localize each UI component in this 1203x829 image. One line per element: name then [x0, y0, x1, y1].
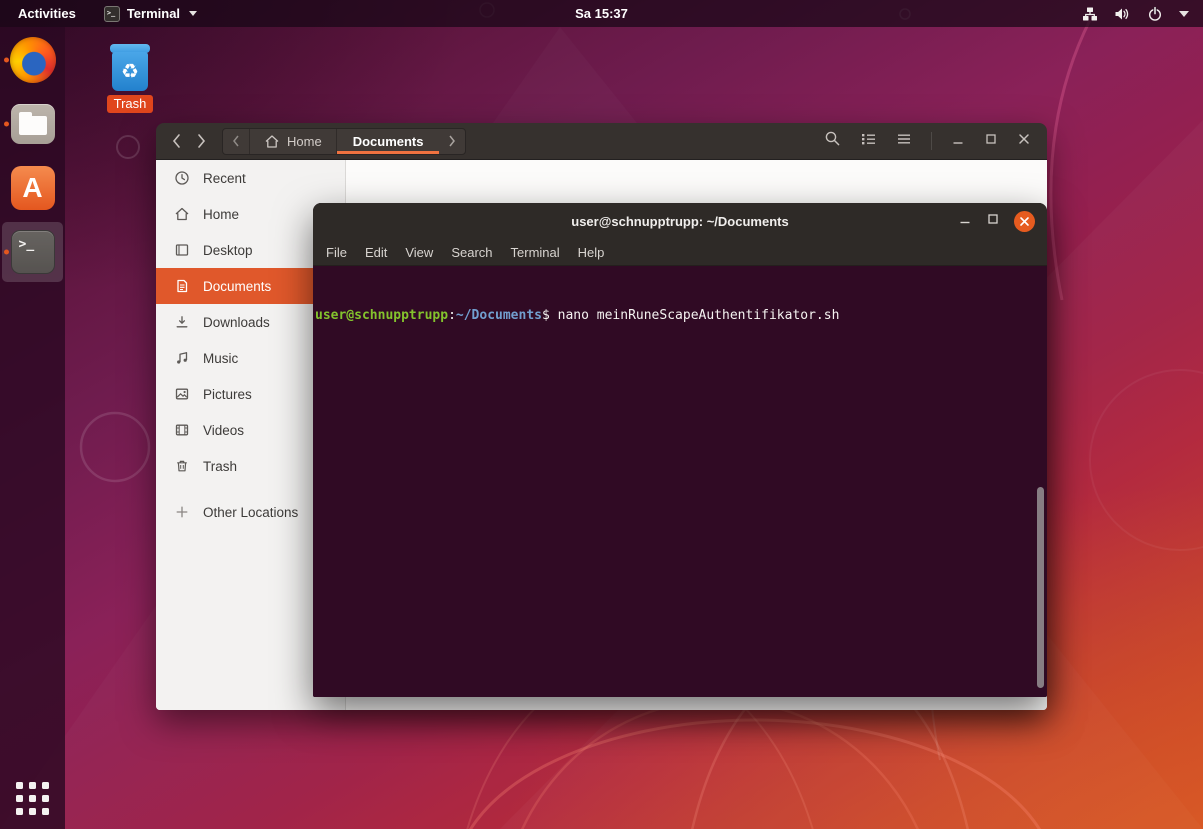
- ubuntu-software-icon: A: [11, 166, 55, 210]
- sidebar-label: Other Locations: [203, 505, 298, 520]
- view-list-button[interactable]: [860, 131, 877, 152]
- close-icon: [1019, 216, 1030, 227]
- maximize-button[interactable]: [986, 212, 1000, 231]
- recycle-icon: ♻: [112, 52, 148, 91]
- dock-item-files[interactable]: [0, 93, 65, 155]
- network-icon: [1082, 6, 1098, 22]
- search-button[interactable]: [824, 130, 841, 152]
- terminal-menu-bar: File Edit View Search Terminal Help: [313, 240, 1047, 266]
- close-button[interactable]: [1017, 132, 1031, 151]
- menu-terminal[interactable]: Terminal: [502, 240, 569, 266]
- prompt-path: ~/Documents: [456, 308, 542, 323]
- terminal-window-controls: [958, 203, 1035, 240]
- downloads-icon: [174, 314, 190, 330]
- minimize-button[interactable]: [951, 132, 965, 151]
- desktop-icon: [174, 242, 190, 258]
- folder-body: [19, 116, 47, 135]
- sidebar-label: Downloads: [203, 315, 270, 330]
- path-segment-home[interactable]: Home: [249, 129, 336, 154]
- dock-item-firefox[interactable]: [0, 29, 65, 91]
- trash-label: Trash: [107, 95, 154, 113]
- menu-edit[interactable]: Edit: [356, 240, 396, 266]
- sidebar-item-recent[interactable]: Recent: [156, 160, 345, 196]
- menu-view[interactable]: View: [396, 240, 442, 266]
- sidebar-label: Desktop: [203, 243, 253, 258]
- sidebar-label: Recent: [203, 171, 246, 186]
- nav-buttons: [156, 132, 222, 150]
- sidebar-label: Home: [203, 207, 239, 222]
- dock: A >_: [0, 27, 65, 829]
- current-location-underline: [337, 151, 440, 154]
- app-menu-label: Terminal: [127, 6, 180, 21]
- sidebar-label: Videos: [203, 423, 244, 438]
- power-icon: [1147, 6, 1163, 22]
- maximize-button[interactable]: [984, 132, 998, 151]
- header-separator: [931, 132, 932, 150]
- header-actions: [824, 130, 1047, 152]
- show-applications-button[interactable]: [16, 782, 49, 815]
- path-segment-documents[interactable]: Documents: [336, 129, 440, 154]
- back-button[interactable]: [170, 132, 182, 150]
- close-button[interactable]: [1014, 211, 1035, 232]
- music-icon: [174, 350, 190, 366]
- running-indicator: [4, 58, 9, 63]
- pictures-icon: [174, 386, 190, 402]
- menu-search[interactable]: Search: [442, 240, 501, 266]
- running-indicator: [4, 250, 9, 255]
- chevron-down-icon: [189, 11, 197, 16]
- terminal-window: user@schnupptrupp: ~/Documents File Edit…: [313, 203, 1047, 697]
- home-icon: [264, 134, 280, 149]
- prompt-user-host: user@schnupptrupp: [315, 308, 448, 323]
- minimize-button[interactable]: [958, 212, 972, 231]
- menu-file[interactable]: File: [317, 240, 356, 266]
- path-home-label: Home: [287, 134, 322, 149]
- terminal-title: user@schnupptrupp: ~/Documents: [571, 214, 788, 229]
- system-status-area[interactable]: [1082, 6, 1203, 22]
- recent-icon: [174, 170, 190, 186]
- dock-item-ubuntu-software[interactable]: A: [0, 157, 65, 219]
- sidebar-label: Documents: [203, 279, 271, 294]
- desktop-trash-icon[interactable]: ♻ Trash: [98, 44, 162, 113]
- path-current-label: Documents: [353, 134, 424, 149]
- path-scroll-right-button[interactable]: [439, 129, 465, 154]
- running-indicator: [4, 122, 9, 127]
- chevron-down-icon: [1179, 11, 1189, 17]
- terminal-output-area[interactable]: user@schnupptrupp:~/Documents$ nano mein…: [313, 266, 1047, 697]
- activities-button[interactable]: Activities: [0, 0, 94, 27]
- menu-help[interactable]: Help: [569, 240, 614, 266]
- prompt-command: nano meinRuneScapeAuthentifikator.sh: [550, 308, 840, 323]
- terminal-scrollbar[interactable]: [1037, 487, 1044, 688]
- app-menu-button[interactable]: >_ Terminal: [94, 0, 207, 27]
- path-scroll-left-button[interactable]: [223, 129, 249, 154]
- forward-button[interactable]: [196, 132, 208, 150]
- firefox-icon: [10, 37, 56, 83]
- active-app-highlight: [2, 222, 63, 282]
- volume-icon: [1114, 6, 1131, 22]
- menu-hamburger-button[interactable]: [896, 131, 912, 152]
- prompt-dollar: $: [542, 308, 550, 323]
- files-header-bar[interactable]: Home Documents: [156, 123, 1047, 160]
- top-bar: Activities >_ Terminal Sa 15:37: [0, 0, 1203, 27]
- documents-icon: [174, 278, 190, 294]
- terminal-app-icon: >_: [104, 6, 120, 22]
- prompt-separator: :: [448, 308, 456, 323]
- sidebar-label: Pictures: [203, 387, 252, 402]
- path-bar: Home Documents: [222, 128, 466, 155]
- prompt-line: user@schnupptrupp:~/Documents$ nano mein…: [315, 307, 1045, 325]
- videos-icon: [174, 422, 190, 438]
- terminal-title-bar[interactable]: user@schnupptrupp: ~/Documents: [313, 203, 1047, 240]
- trash-can-icon: ♻: [108, 44, 152, 91]
- sidebar-label: Music: [203, 351, 238, 366]
- home-icon: [174, 206, 190, 222]
- dock-item-terminal[interactable]: >_: [0, 221, 65, 283]
- trash-icon: [174, 458, 190, 474]
- sidebar-label: Trash: [203, 459, 237, 474]
- plus-icon: [174, 504, 190, 520]
- files-icon: [11, 104, 55, 144]
